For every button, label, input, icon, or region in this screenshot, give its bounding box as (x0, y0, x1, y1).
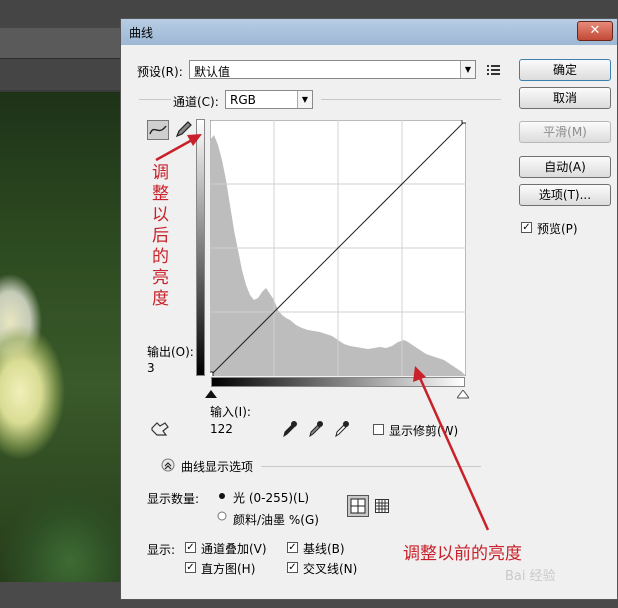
chevron-down-icon: ▼ (297, 91, 312, 108)
dialog-title: 曲线 (129, 26, 154, 40)
light-radio[interactable] (217, 491, 227, 501)
channel-overlays-checkbox[interactable]: ✓ (185, 542, 196, 553)
input-label: 输入(I): (210, 405, 251, 419)
auto-button[interactable]: 自动(A) (519, 156, 611, 178)
channel-value: RGB (230, 93, 256, 107)
detailed-grid-button[interactable] (374, 498, 390, 514)
show-clipping-label[interactable]: 显示修剪(W) (389, 422, 458, 439)
preview-checkbox[interactable]: ✓ (521, 222, 532, 233)
pencil-icon (175, 121, 192, 138)
intersection-label[interactable]: 交叉线(N) (303, 560, 357, 577)
light-label[interactable]: 光 (0-255)(L) (233, 489, 309, 506)
histogram-label[interactable]: 直方图(H) (201, 560, 255, 577)
channel-overlays-label[interactable]: 通道叠加(V) (201, 540, 267, 557)
show-label: 显示: (147, 543, 176, 557)
gray-eyedropper-icon[interactable] (307, 420, 323, 438)
watermark: Bai 经验 (505, 569, 556, 584)
preset-value: 默认值 (194, 65, 231, 79)
chevron-down-icon: ▼ (460, 61, 475, 78)
show-clipping-checkbox[interactable] (373, 424, 384, 435)
preset-select[interactable]: 默认值 ▼ (189, 60, 476, 79)
input-value[interactable]: 122 (210, 422, 233, 436)
input-gradient-bar (211, 377, 465, 387)
smooth-button[interactable]: 平滑(M) (519, 121, 611, 143)
histogram-checkbox[interactable]: ✓ (185, 562, 196, 573)
intersection-checkbox[interactable]: ✓ (287, 562, 298, 573)
curves-dialog: 曲线 ✕ 预设(R): 默认值 ▼ 确定 取消 平滑(M) 自动(A) 选项(T… (120, 18, 618, 600)
baseline-checkbox[interactable]: ✓ (287, 542, 298, 553)
close-button[interactable]: ✕ (577, 21, 613, 41)
black-eyedropper-icon[interactable] (281, 420, 297, 438)
on-image-adjust-icon[interactable] (149, 420, 171, 438)
curve-icon (149, 125, 167, 135)
curve-options-label[interactable]: 曲线显示选项 (181, 458, 253, 475)
white-eyedropper-icon[interactable] (333, 420, 349, 438)
output-gradient-bar (196, 119, 205, 376)
curve-graph[interactable] (210, 120, 466, 376)
output-label: 输出(O): (147, 345, 194, 359)
cancel-button[interactable]: 取消 (519, 87, 611, 109)
simple-grid-button[interactable] (347, 495, 369, 517)
preset-menu-icon[interactable] (487, 64, 501, 76)
ok-button[interactable]: 确定 (519, 59, 611, 81)
curve-point[interactable] (461, 120, 466, 124)
pigment-radio[interactable] (217, 511, 227, 521)
curve-point[interactable] (210, 371, 214, 376)
channel-select[interactable]: RGB ▼ (225, 90, 313, 109)
curve-tool-button[interactable] (147, 120, 169, 140)
photo-canvas (0, 92, 125, 582)
preset-label: 预设(R): (137, 65, 183, 79)
channel-label: 通道(C): (173, 95, 219, 109)
group-border (139, 99, 171, 100)
preview-label: 预览(P) (537, 222, 578, 236)
dialog-titlebar: 曲线 ✕ (121, 19, 617, 45)
before-brightness-annotation: 调整以前的亮度 (403, 544, 522, 564)
collapse-icon[interactable] (161, 458, 175, 472)
options-button[interactable]: 选项(T)... (519, 184, 611, 206)
white-point-slider[interactable] (457, 390, 469, 399)
app-panel-strip (0, 28, 125, 59)
black-point-slider[interactable] (205, 390, 217, 399)
after-brightness-annotation: 调整以后的亮度 (152, 163, 169, 309)
pencil-tool-button[interactable] (173, 120, 195, 140)
group-border (321, 99, 501, 100)
baseline-label[interactable]: 基线(B) (303, 540, 345, 557)
output-value[interactable]: 3 (147, 361, 155, 375)
show-amount-label: 显示数量: (147, 492, 200, 506)
section-divider (261, 466, 481, 467)
pigment-label[interactable]: 颜料/油墨 %(G) (233, 511, 319, 528)
